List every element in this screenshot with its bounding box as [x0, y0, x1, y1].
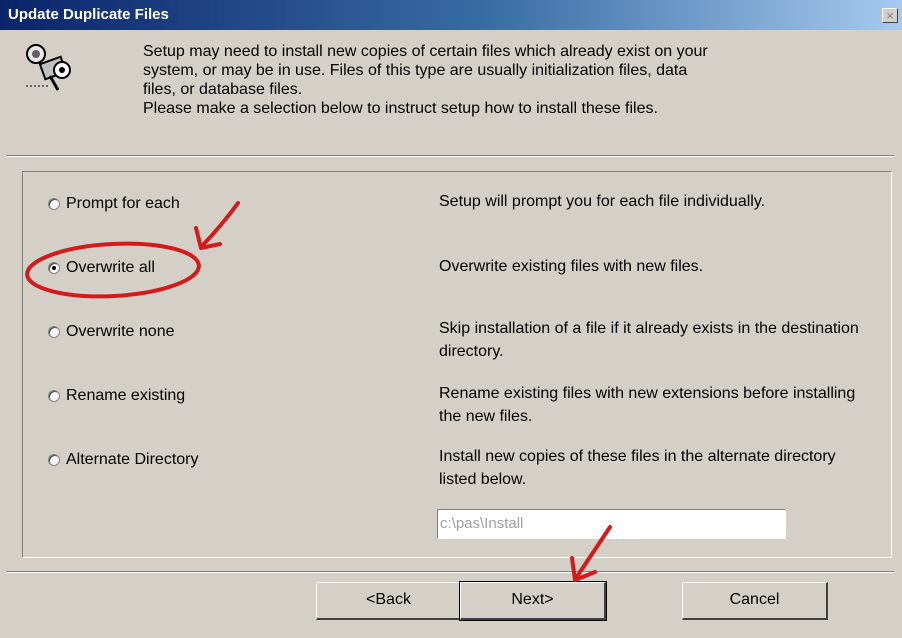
window-title: Update Duplicate Files: [8, 6, 169, 23]
close-button[interactable]: ×: [882, 8, 898, 23]
instruction-line: system, or may be in use. Files of this …: [143, 62, 688, 79]
option-label: Overwrite all: [66, 259, 155, 276]
option-label: Rename existing: [66, 387, 186, 404]
option-description: Overwrite existing files with new files.: [439, 258, 704, 275]
title-bar: Update Duplicate Files ×: [0, 0, 902, 30]
option-description: Rename existing files with new extension…: [439, 385, 856, 425]
radio-prompt-for-each[interactable]: [48, 198, 60, 210]
option-label: Alternate Directory: [66, 451, 199, 468]
arrow-head: [570, 556, 597, 582]
options-group: [22, 171, 892, 558]
cancel-button[interactable]: Cancel: [682, 582, 828, 620]
option-description: Skip installation of a file if it alread…: [439, 320, 859, 360]
footer-separator: [6, 571, 894, 573]
back-button[interactable]: <Back: [316, 582, 462, 620]
option-rename-existing[interactable]: Rename existing: [48, 386, 185, 406]
radio-overwrite-none[interactable]: [48, 326, 60, 338]
setup-files-icon: [26, 44, 71, 91]
option-overwrite-all[interactable]: Overwrite all: [48, 258, 155, 278]
option-alternate-directory[interactable]: Alternate Directory: [48, 450, 199, 470]
setup-instructions: Setup may need to install new copies of …: [143, 42, 863, 118]
instruction-line: Setup may need to install new copies of …: [143, 43, 708, 60]
radio-overwrite-all[interactable]: [48, 262, 60, 274]
option-label: Prompt for each: [66, 195, 180, 212]
option-overwrite-none[interactable]: Overwrite none: [48, 322, 175, 342]
radio-alternate-directory[interactable]: [48, 454, 60, 466]
option-prompt-for-each[interactable]: Prompt for each: [48, 194, 180, 214]
instruction-line: files, or database files.: [143, 81, 303, 98]
instruction-line: Please make a selection below to instruc…: [143, 100, 658, 117]
option-description: Setup will prompt you for each file indi…: [439, 193, 766, 210]
radio-rename-existing[interactable]: [48, 390, 60, 402]
option-label: Overwrite none: [66, 323, 175, 340]
option-description: Install new copies of these files in the…: [439, 448, 836, 488]
header-separator: [6, 155, 894, 157]
alternate-directory-input[interactable]: c:\pas\Install: [437, 509, 786, 539]
next-button[interactable]: Next>: [459, 581, 607, 621]
